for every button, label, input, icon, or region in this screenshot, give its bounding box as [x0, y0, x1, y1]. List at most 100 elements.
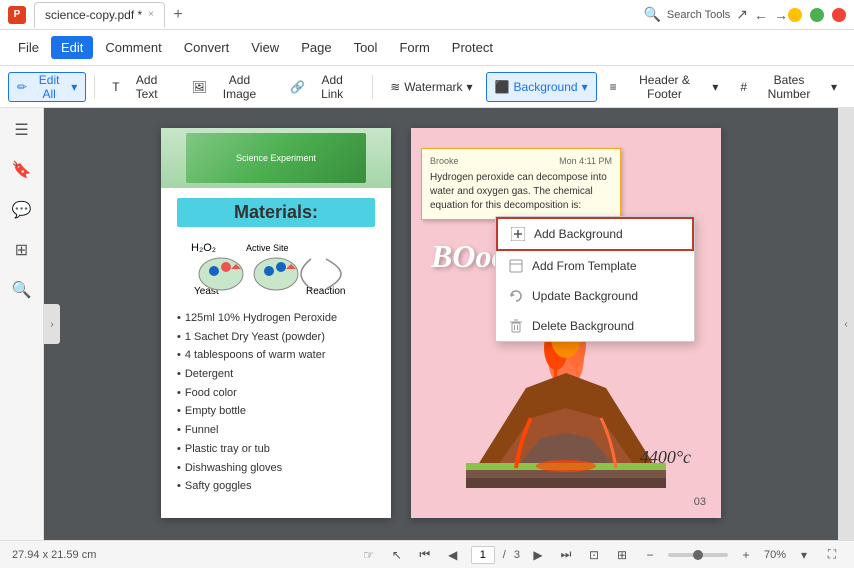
materials-title: Materials:	[177, 198, 375, 227]
next-page-button[interactable]: ▶	[528, 545, 548, 565]
share-icon[interactable]: ↗	[736, 6, 748, 23]
add-background-label: Add Background	[534, 227, 623, 241]
list-item: •Empty bottle	[177, 402, 375, 421]
close-button[interactable]	[832, 8, 846, 22]
svg-text:Active Site: Active Site	[246, 243, 289, 253]
menu-convert[interactable]: Convert	[174, 36, 240, 59]
bates-icon: #	[740, 80, 747, 94]
add-image-button[interactable]: 🖼 Add Image	[183, 72, 278, 102]
add-background-item[interactable]: Add Background	[496, 217, 694, 251]
panel-pages-icon[interactable]: ⊞	[8, 236, 36, 264]
menu-edit[interactable]: Edit	[51, 36, 93, 59]
forward-icon[interactable]: →	[774, 7, 788, 23]
sticky-author: Brooke	[430, 155, 459, 168]
menu-file[interactable]: File	[8, 36, 49, 59]
menu-page[interactable]: Page	[291, 36, 341, 59]
back-icon[interactable]: ←	[754, 7, 768, 23]
fit-page-button[interactable]: ⊡	[584, 545, 604, 565]
add-from-template-label: Add From Template	[532, 259, 637, 273]
status-bar: 27.94 x 21.59 cm ☞ ↖ ⏮ ◀ / 3 ▶ ⏭ ⊡ ⊞ − +…	[0, 540, 854, 568]
menu-view[interactable]: View	[241, 36, 289, 59]
pdf-viewer: Science Experiment Materials: H₂O₂ Activ…	[44, 108, 838, 540]
list-item: •Dishwashing gloves	[177, 459, 375, 478]
separator-2	[372, 75, 373, 99]
last-page-button[interactable]: ⏭	[556, 545, 576, 565]
link-icon: 🔗	[290, 80, 305, 94]
zoom-out-button[interactable]: −	[640, 545, 660, 565]
image-icon: 🖼	[192, 80, 207, 94]
select-tool-button[interactable]: ↖	[387, 545, 407, 565]
add-tab-button[interactable]: +	[167, 4, 189, 26]
menu-tool[interactable]: Tool	[344, 36, 388, 59]
search-tools-icon[interactable]: 🔍	[643, 6, 660, 23]
toolbar: ✏ Edit All ▾ T Add Text 🖼 Add Image 🔗 Ad…	[0, 66, 854, 108]
template-icon	[508, 258, 524, 274]
maximize-button[interactable]	[810, 8, 824, 22]
tab-label: science-copy.pdf *	[45, 8, 142, 22]
update-background-label: Update Background	[532, 289, 638, 303]
bates-number-button[interactable]: # Bates Number ▾	[731, 72, 846, 102]
panel-bookmark-icon[interactable]: 🔖	[8, 156, 36, 184]
zoom-slider[interactable]	[668, 553, 728, 557]
trash-icon	[508, 318, 524, 334]
zoom-handle[interactable]	[693, 550, 703, 560]
panel-search-icon[interactable]: 🔍	[8, 276, 36, 304]
title-bar: P science-copy.pdf * × + 🔍 Search Tools …	[0, 0, 854, 30]
list-item: •Funnel	[177, 421, 375, 440]
list-item: •Food color	[177, 384, 375, 403]
menu-bar: File Edit Comment Convert View Page Tool…	[0, 30, 854, 66]
edit-icon: ✏	[17, 80, 27, 94]
right-panel-handle[interactable]: ‹	[838, 108, 854, 540]
sticky-time: Mon 4:11 PM	[559, 155, 612, 168]
svg-text:Reaction: Reaction	[306, 286, 345, 297]
panel-navigation-icon[interactable]: ☰	[8, 116, 36, 144]
search-tools-label: Search Tools	[667, 9, 730, 21]
first-page-button[interactable]: ⏮	[415, 545, 435, 565]
panel-comment-icon[interactable]: 💬	[8, 196, 36, 224]
left-panel: ☰ 🔖 💬 ⊞ 🔍	[0, 108, 44, 540]
add-link-button[interactable]: 🔗 Add Link	[281, 72, 364, 102]
page-number: 03	[694, 496, 706, 508]
separator-1	[94, 75, 95, 99]
list-item: •Plastic tray or tub	[177, 440, 375, 459]
delete-background-item[interactable]: Delete Background	[496, 311, 694, 341]
hand-tool-button[interactable]: ☞	[359, 545, 379, 565]
list-item: •Safty goggles	[177, 477, 375, 496]
text-icon: T	[112, 80, 119, 94]
watermark-icon: ≋	[390, 80, 400, 94]
list-item: •125ml 10% Hydrogen Peroxide	[177, 309, 375, 328]
delete-background-label: Delete Background	[532, 319, 634, 333]
titlebar-icons: 🔍 Search Tools ↗ ← →	[643, 6, 788, 23]
add-text-button[interactable]: T Add Text	[103, 72, 178, 102]
sticky-text: Hydrogen peroxide can decompose into wat…	[430, 171, 612, 213]
page-number-input[interactable]	[471, 546, 495, 564]
edit-all-button[interactable]: ✏ Edit All ▾	[8, 72, 86, 102]
add-from-template-item[interactable]: Add From Template	[496, 251, 694, 281]
menu-protect[interactable]: Protect	[442, 36, 503, 59]
background-button[interactable]: ⬛ Background ▾	[486, 72, 597, 102]
app-icon: P	[8, 6, 26, 24]
fullscreen-button[interactable]: ⛶	[822, 545, 842, 565]
minimize-button[interactable]	[788, 8, 802, 22]
pdf-page-left: Science Experiment Materials: H₂O₂ Activ…	[161, 128, 391, 518]
tab-close-icon[interactable]: ×	[148, 9, 154, 20]
sticky-header: Brooke Mon 4:11 PM	[430, 155, 612, 168]
background-dropdown: Add Background Add From Template Update …	[495, 216, 695, 342]
menu-comment[interactable]: Comment	[95, 36, 171, 59]
update-background-item[interactable]: Update Background	[496, 281, 694, 311]
menu-form[interactable]: Form	[389, 36, 439, 59]
prev-page-button[interactable]: ◀	[443, 545, 463, 565]
total-pages: 3	[514, 549, 520, 561]
tab-science-copy[interactable]: science-copy.pdf * ×	[34, 2, 165, 28]
header-image-placeholder: Science Experiment	[182, 129, 370, 187]
temperature-label: 4400°c	[640, 447, 691, 468]
watermark-button[interactable]: ≋ Watermark ▾	[381, 72, 481, 102]
page-header-image: Science Experiment	[161, 128, 391, 188]
zoom-dropdown-button[interactable]: ▾	[794, 545, 814, 565]
window-controls	[788, 8, 846, 22]
refresh-icon	[508, 288, 524, 304]
left-panel-collapse[interactable]: ›	[44, 304, 60, 344]
fit-width-button[interactable]: ⊞	[612, 545, 632, 565]
zoom-in-button[interactable]: +	[736, 545, 756, 565]
header-footer-button[interactable]: ≡ Header & Footer ▾	[601, 72, 728, 102]
